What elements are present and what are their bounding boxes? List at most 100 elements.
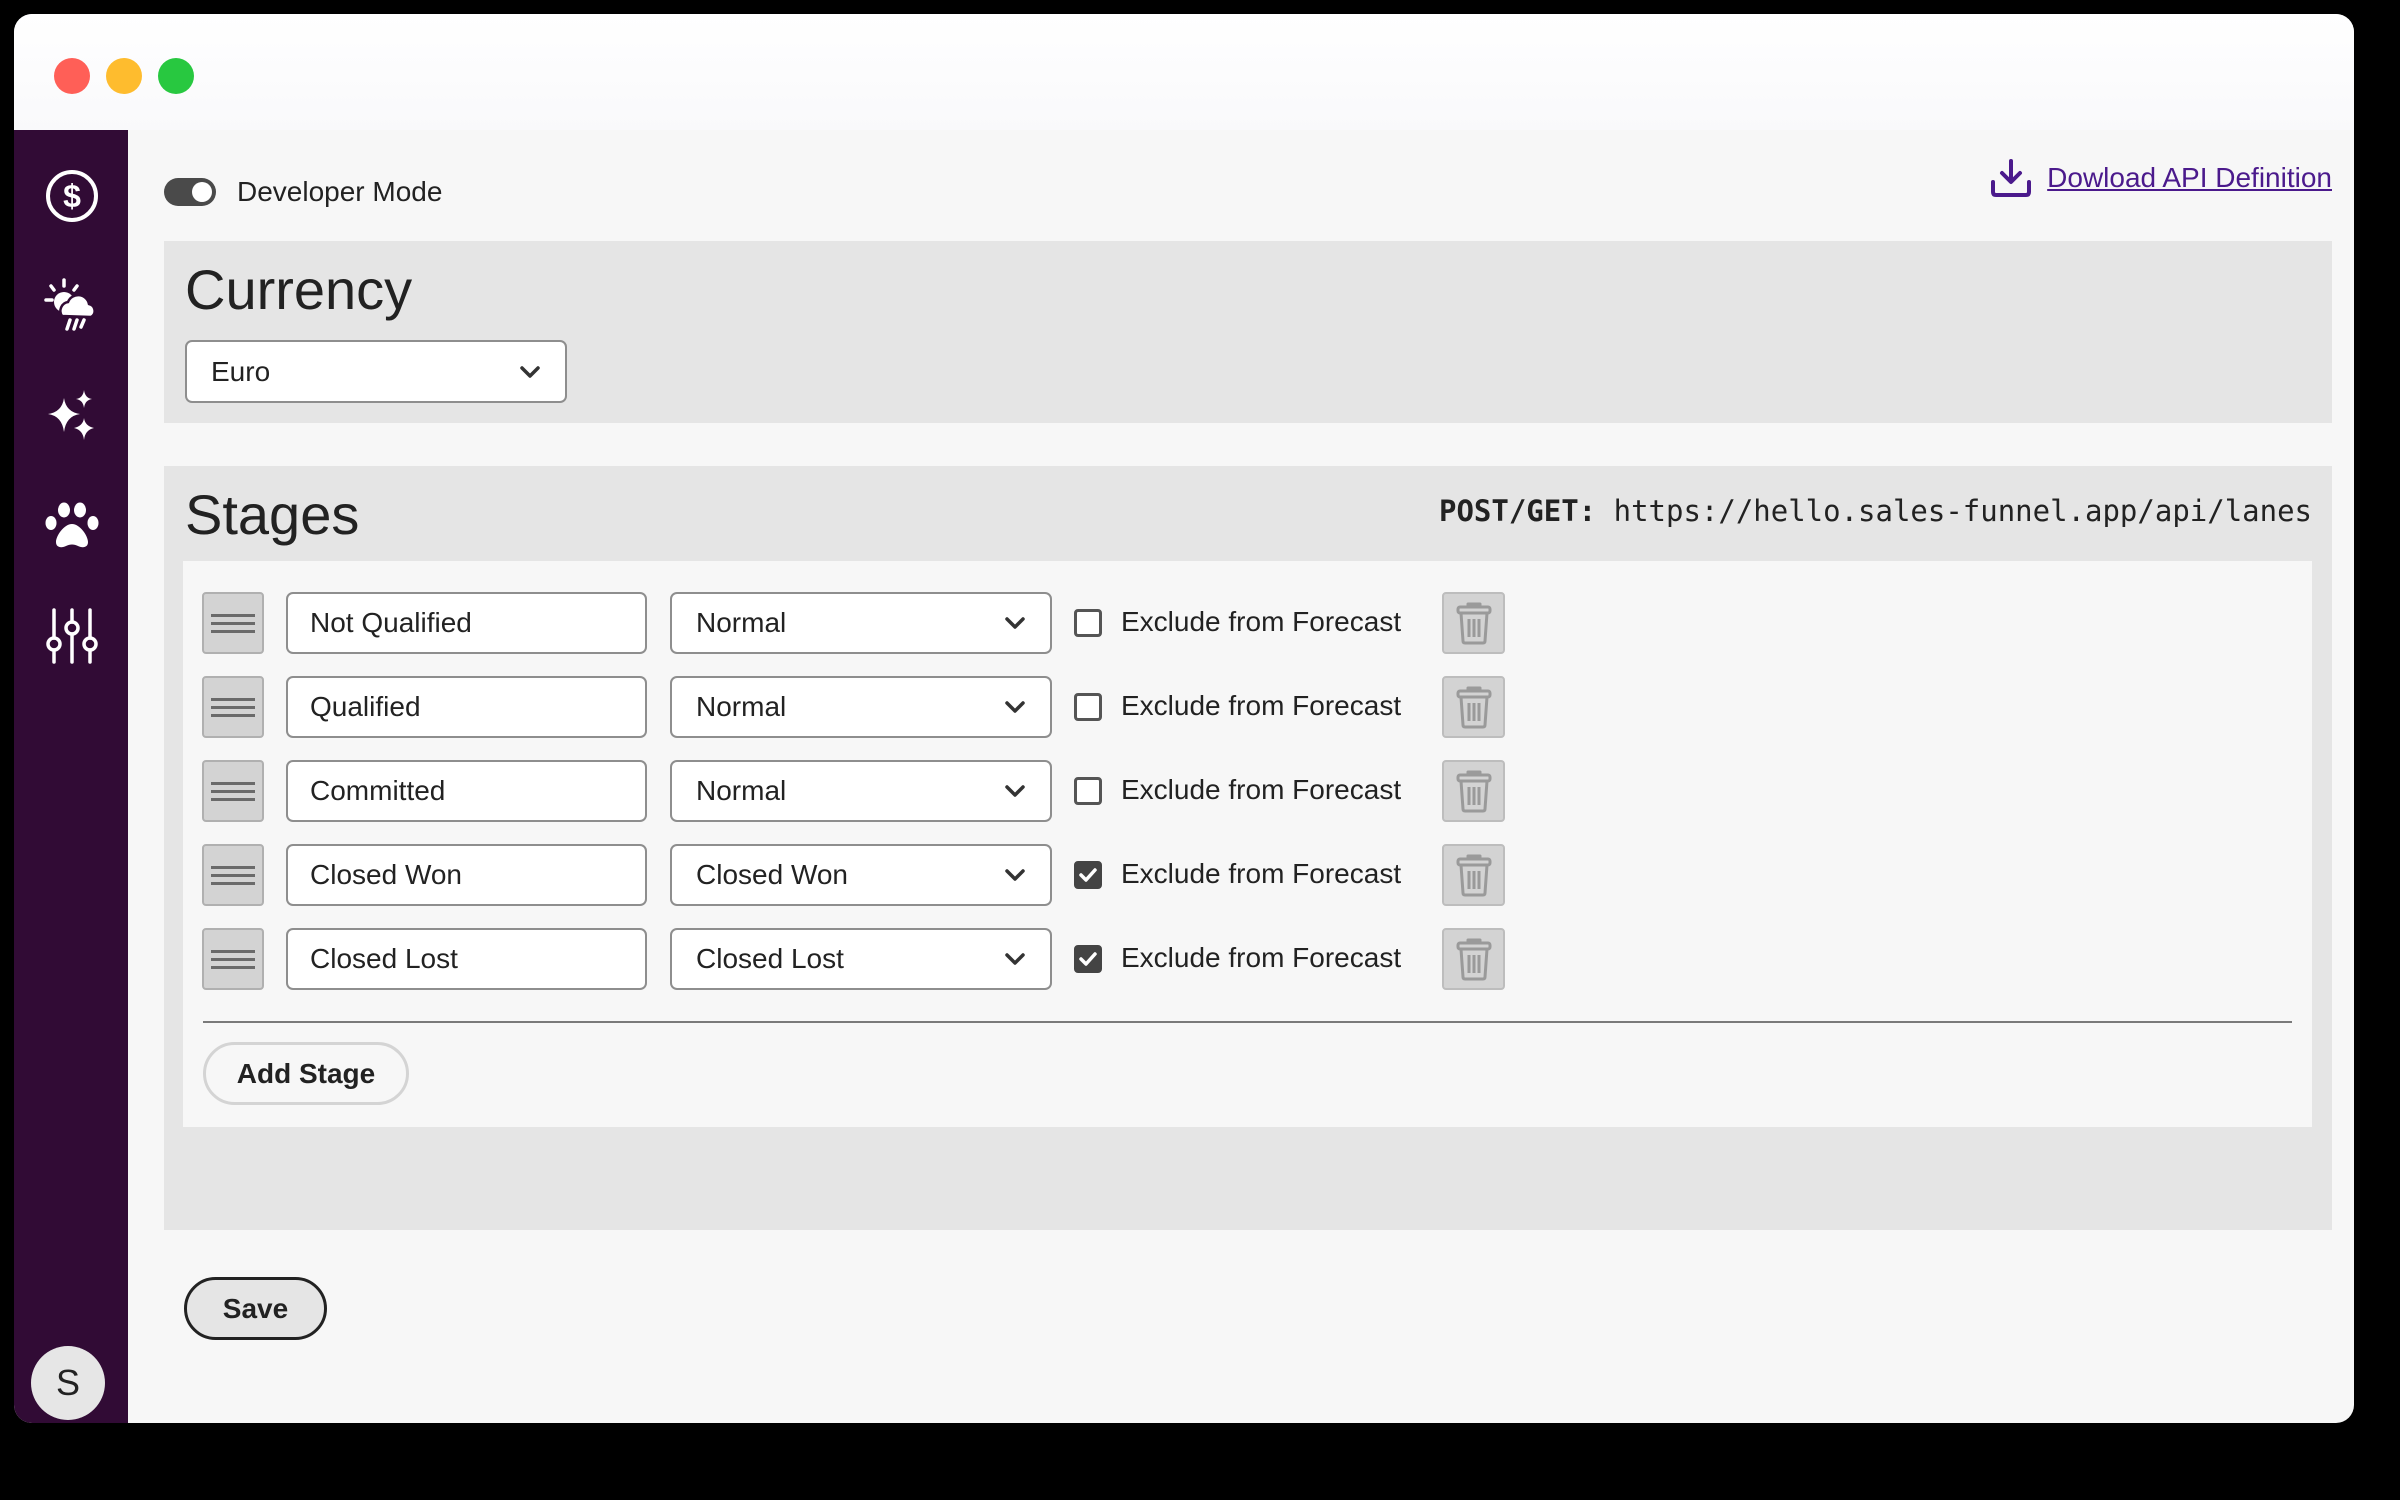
stage-name-input[interactable] [286,844,647,906]
stage-row: Normal Exclude from Forecast [183,676,2312,738]
stage-type-select[interactable]: Normal [670,760,1052,822]
drag-handle-line [211,957,255,961]
drag-handle-line [211,629,255,633]
drag-handle-line [211,713,255,717]
exclude-from-forecast-label[interactable]: Exclude from Forecast [1121,690,1401,722]
stage-type-select[interactable]: Closed Won [670,844,1052,906]
chevron-down-icon [1005,785,1025,797]
download-icon [1991,159,2032,197]
drag-handle[interactable] [202,844,264,906]
stages-panel: Stages POST/GET: https://hello.sales-fun… [164,466,2332,1340]
drag-handle[interactable] [202,592,264,654]
currency-select[interactable]: Euro [185,340,567,403]
weather-sun-rain-icon [44,278,96,331]
chevron-down-icon [1005,617,1025,629]
drag-handle-line [211,965,255,969]
sidebar-item-sparkles[interactable] [44,388,100,444]
currency-panel: Currency Euro [164,241,2332,423]
stage-row: Normal Exclude from Forecast [183,592,2312,654]
stages-list: Normal Exclude from Forecast [183,561,2312,1127]
stage-row: Closed Won Exclude from Forecast [183,844,2312,906]
close-window-button[interactable] [54,58,90,94]
drag-handle[interactable] [202,676,264,738]
stage-type-value: Normal [696,691,787,722]
sidebar-item-forecast[interactable] [44,278,100,334]
add-stage-button[interactable]: Add Stage [203,1042,409,1105]
api-endpoint: POST/GET: https://hello.sales-funnel.app… [1439,494,2312,528]
developer-mode-toggle[interactable] [164,178,216,206]
toggle-knob [192,182,212,202]
drag-handle[interactable] [202,760,264,822]
title-bar [14,14,2354,130]
stage-row: Normal Exclude from Forecast [183,760,2312,822]
delete-stage-button[interactable] [1442,592,1505,654]
stages-title: Stages [185,483,360,546]
drag-handle-line [211,781,255,785]
exclude-from-forecast-label[interactable]: Exclude from Forecast [1121,606,1401,638]
sidebar: $ S [14,130,128,1423]
currency-select-value: Euro [211,355,271,387]
trash-icon [1456,602,1491,645]
exclude-from-forecast-checkbox[interactable] [1074,777,1102,805]
delete-stage-button[interactable] [1442,676,1505,738]
sidebar-item-currency[interactable]: $ [44,168,100,224]
stage-row: Closed Lost Exclude from Forecast [183,928,2312,990]
developer-mode-label: Developer Mode [237,176,443,207]
stage-name-input[interactable] [286,592,647,654]
exclude-from-forecast-checkbox[interactable] [1074,861,1102,889]
stage-name-input[interactable] [286,676,647,738]
developer-mode-control: Developer Mode [164,176,442,208]
drag-handle-line [211,881,255,885]
trash-icon [1456,938,1491,981]
save-button[interactable]: Save [184,1277,327,1340]
chevron-down-icon [1005,869,1025,881]
trash-icon [1456,686,1491,729]
sliders-icon [46,608,98,664]
sidebar-item-pets[interactable] [44,498,100,554]
stage-name-input[interactable] [286,928,647,990]
checkmark-icon [1079,868,1097,882]
maximize-window-button[interactable] [158,58,194,94]
drag-handle-line [211,873,255,877]
drag-handle-line [211,789,255,793]
delete-stage-button[interactable] [1442,844,1505,906]
user-avatar[interactable]: S [31,1346,105,1420]
exclude-from-forecast-checkbox[interactable] [1074,693,1102,721]
avatar-initial: S [55,1362,80,1403]
download-api-definition-link[interactable]: Dowload API Definition [1989,158,2332,198]
stage-type-select[interactable]: Normal [670,592,1052,654]
stage-type-value: Closed Lost [696,943,844,974]
drag-handle-line [211,613,255,617]
drag-handle-line [211,705,255,709]
svg-text:$: $ [63,178,81,214]
trash-icon [1456,854,1491,897]
currency-title: Currency [185,258,413,321]
exclude-from-forecast-label[interactable]: Exclude from Forecast [1121,858,1401,890]
stage-name-input[interactable] [286,760,647,822]
exclude-from-forecast-label[interactable]: Exclude from Forecast [1121,774,1401,806]
sidebar-item-settings[interactable] [44,608,100,664]
delete-stage-button[interactable] [1442,760,1505,822]
stage-type-value: Normal [696,775,787,806]
exclude-from-forecast-label[interactable]: Exclude from Forecast [1121,942,1401,974]
exclude-from-forecast-checkbox[interactable] [1074,609,1102,637]
drag-handle-line [211,865,255,869]
delete-stage-button[interactable] [1442,928,1505,990]
chevron-down-icon [1005,701,1025,713]
dollar-circle-icon: $ [46,170,98,222]
stage-type-value: Normal [696,607,787,638]
chevron-down-icon [520,365,540,378]
stage-type-select[interactable]: Closed Lost [670,928,1052,990]
drag-handle-line [211,697,255,701]
main-content: Developer Mode Dowload API Definition Cu… [128,130,2354,1423]
list-divider [203,1021,2292,1023]
drag-handle[interactable] [202,928,264,990]
exclude-from-forecast-checkbox[interactable] [1074,945,1102,973]
stage-type-select[interactable]: Normal [670,676,1052,738]
app-window: $ S Developer Mode Dowload API Definitio… [14,14,2354,1423]
minimize-window-button[interactable] [106,58,142,94]
checkmark-icon [1079,952,1097,966]
api-endpoint-method: POST/GET: [1439,494,1597,528]
paw-icon [45,502,99,548]
drag-handle-line [211,797,255,801]
